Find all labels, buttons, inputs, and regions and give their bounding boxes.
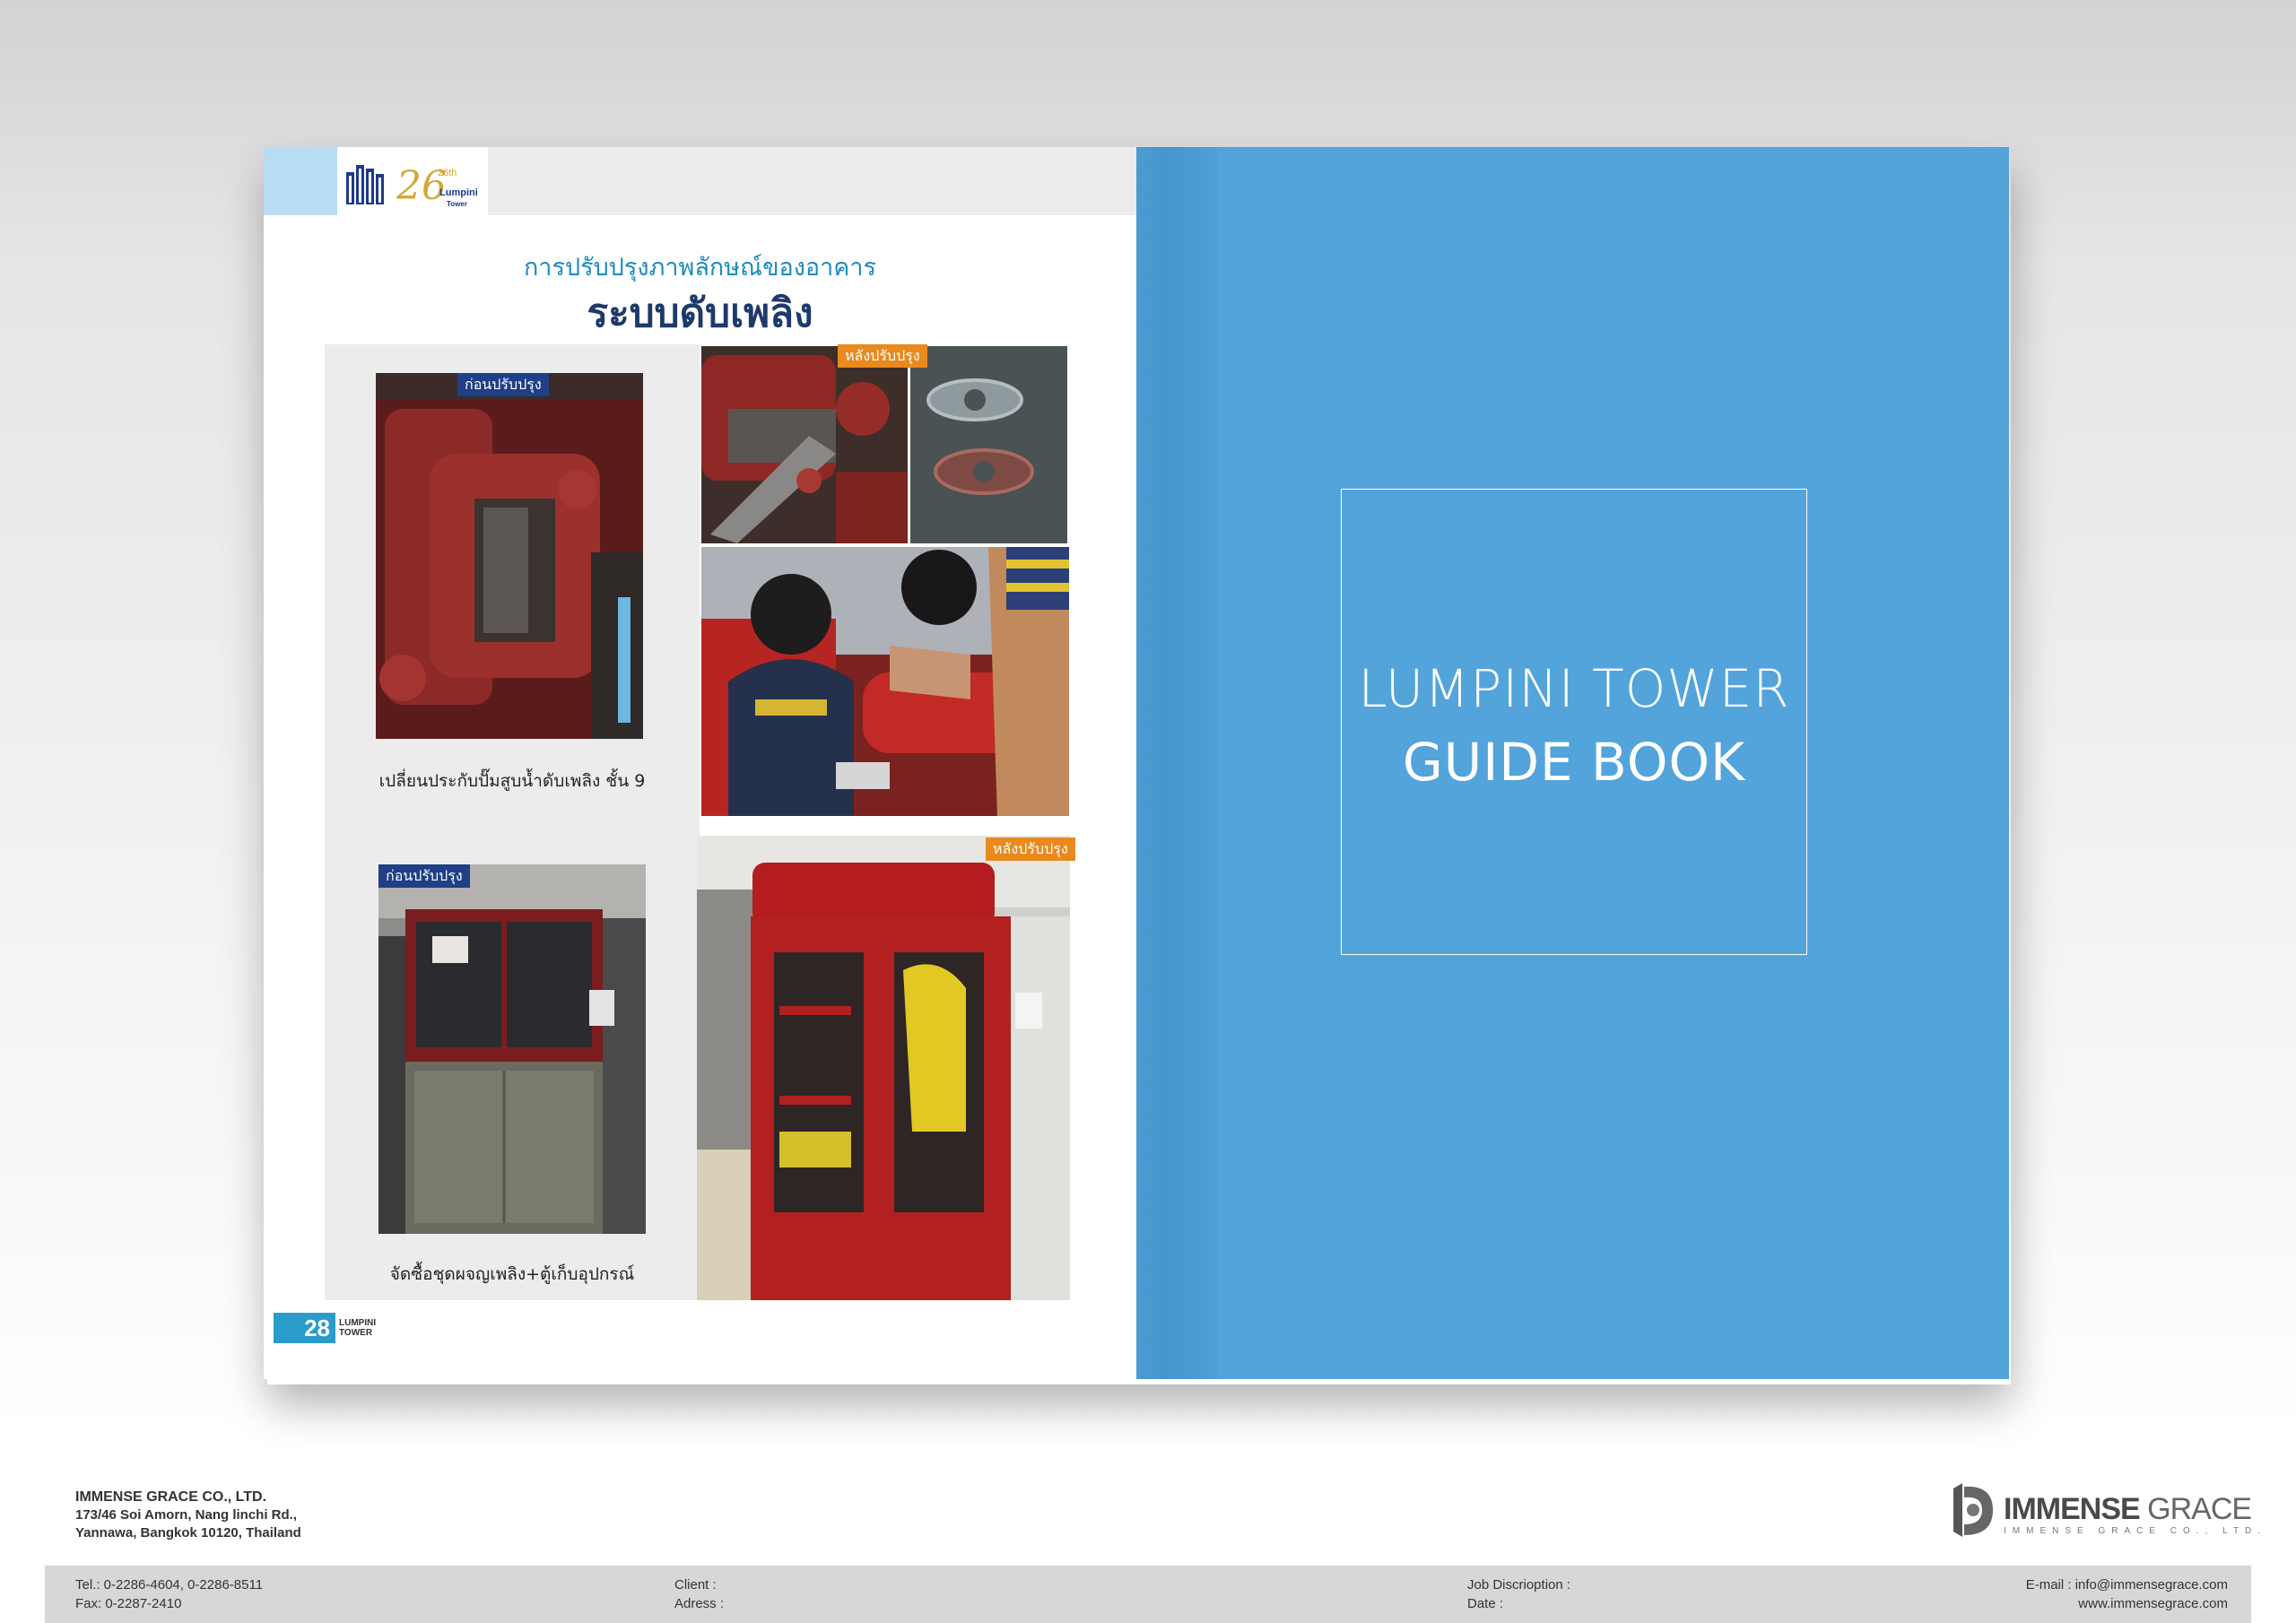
- footer-adress: Adress :: [674, 1596, 725, 1611]
- photo-cabinet-after: [697, 836, 1070, 1300]
- footer-email: E-mail : info@immensegrace.com: [2025, 1577, 2228, 1593]
- brand-wordmark: IMMENSE GRACE: [2004, 1492, 2252, 1526]
- caption-cabinet: จัดซื้อชุดผจญเพลิง+ตู้เก็บอุปกรณ์: [389, 1264, 635, 1284]
- lumpini-26th-logo: 26 26th Lumpini Tower: [337, 147, 488, 215]
- left-page: 26 26th Lumpini Tower การปรับปรุงภาพลักษ…: [264, 147, 1136, 1379]
- badge-after-1: หลังปรับปรุง: [838, 344, 927, 368]
- photo-pump-after: [701, 346, 908, 543]
- header-accent: [264, 147, 337, 215]
- footer-bar: Tel.: 0-2286-4604, 0-2286-8511 Fax: 0-22…: [45, 1566, 2251, 1623]
- badge-before-1: ก่อนปรับปรุง: [457, 373, 549, 396]
- page-title: ระบบดับเพลิง: [587, 291, 813, 336]
- page-number: 28: [264, 1313, 335, 1343]
- footer-client: Client :: [674, 1577, 717, 1593]
- caption-pump: เปลี่ยนประกับปั๊มสูบน้ำดับเพลิง ชั้น 9: [378, 771, 646, 791]
- cover-frame: [1341, 489, 1807, 955]
- photo-technicians: [701, 547, 1069, 816]
- page-subtitle: การปรับปรุงภาพลักษณ์ของอาคาร: [523, 254, 877, 282]
- footer-website: www.immensegrace.com: [2078, 1596, 2228, 1611]
- badge-before-2: ก่อนปรับปรุง: [378, 864, 470, 888]
- svg-text:Tower: Tower: [447, 200, 467, 208]
- cover-page: LUMPINI TOWER GUIDE BOOK: [1136, 147, 2009, 1379]
- company-info: IMMENSE GRACE CO., LTD. 173/46 Soi Amorn…: [75, 1488, 301, 1542]
- building-icon: [346, 165, 384, 204]
- immense-grace-emblem-icon: [1953, 1483, 1993, 1537]
- immense-grace-logo: IMMENSE GRACE IMMENSE GRACE CO., LTD.: [1946, 1480, 2260, 1547]
- footer-job: Job Discrioption :: [1467, 1577, 1571, 1593]
- footer-tel: Tel.: 0-2286-4604, 0-2286-8511: [75, 1577, 264, 1593]
- page-brand: LUMPINI TOWER: [339, 1318, 377, 1338]
- cover-title-line2: GUIDE BOOK: [1402, 732, 1746, 793]
- address-line2: Yannawa, Bangkok 10120, Thailand: [75, 1525, 301, 1541]
- address-line1: 173/46 Soi Amorn, Nang linchi Rd.,: [75, 1507, 297, 1523]
- photo-cabinet-before: [378, 864, 646, 1234]
- footer-date: Date :: [1467, 1596, 1504, 1611]
- brand-subline: IMMENSE GRACE CO., LTD.: [2004, 1526, 2267, 1536]
- svg-text:26th: 26th: [438, 168, 457, 178]
- svg-text:Lumpini: Lumpini: [439, 187, 478, 198]
- photo-pump-before: [376, 373, 643, 739]
- footer-fax: Fax: 0-2287-2410: [75, 1596, 182, 1611]
- cover-title-line1: LUMPINI TOWER: [1358, 658, 1790, 719]
- cover-spine: [1136, 147, 1217, 1379]
- badge-after-2: หลังปรับปรุง: [986, 838, 1075, 861]
- photo-gasket: [910, 346, 1067, 543]
- company-name: IMMENSE GRACE CO., LTD.: [75, 1489, 267, 1505]
